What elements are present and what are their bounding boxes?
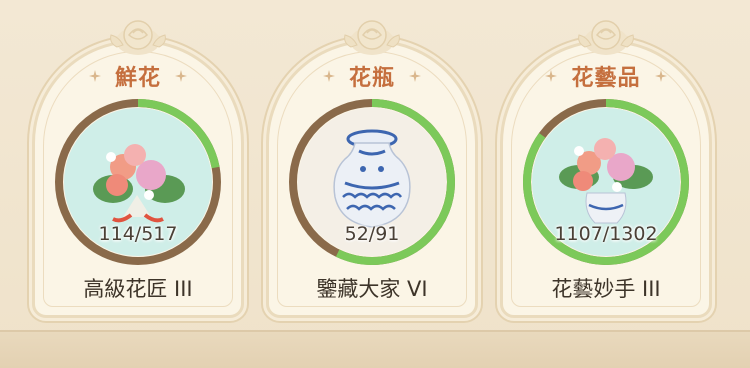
- rose-ornament-icon: [578, 20, 634, 55]
- card-title-row: 鮮花: [35, 61, 241, 91]
- sparkle-icon: [322, 70, 335, 82]
- rose-ornament-icon: [344, 20, 400, 55]
- card-title: 花藝品: [571, 66, 641, 91]
- rank-title: 花藝妙手 III: [551, 277, 661, 301]
- card-title-row: 花瓶: [269, 61, 475, 91]
- card-title: 花瓶: [348, 66, 395, 91]
- card-vases[interactable]: 花瓶 52/91 鑒藏大家 VI: [266, 20, 478, 318]
- sparkle-icon: [88, 70, 101, 82]
- sparkle-icon: [654, 70, 667, 82]
- progress-count: 1107/1302: [554, 223, 658, 245]
- card-fresh-flowers[interactable]: 鮮花 114/517 高級花匠 III: [32, 20, 244, 318]
- rank-title: 鑒藏大家 VI: [316, 277, 428, 301]
- sparkle-icon: [545, 70, 558, 82]
- rank-title: 高級花匠 III: [83, 277, 193, 301]
- progress-count: 52/91: [344, 223, 400, 245]
- sparkle-icon: [175, 70, 187, 82]
- progress-count: 114/517: [98, 223, 178, 245]
- card-flower-arrangements[interactable]: 花藝品 1107/1302 花藝妙手 III: [500, 20, 712, 318]
- card-title: 鮮花: [114, 66, 161, 91]
- sparkle-icon: [409, 70, 421, 82]
- card-title-row: 花藝品: [503, 61, 709, 91]
- rose-ornament-icon: [110, 20, 166, 55]
- panel-bottom-band: [0, 330, 750, 368]
